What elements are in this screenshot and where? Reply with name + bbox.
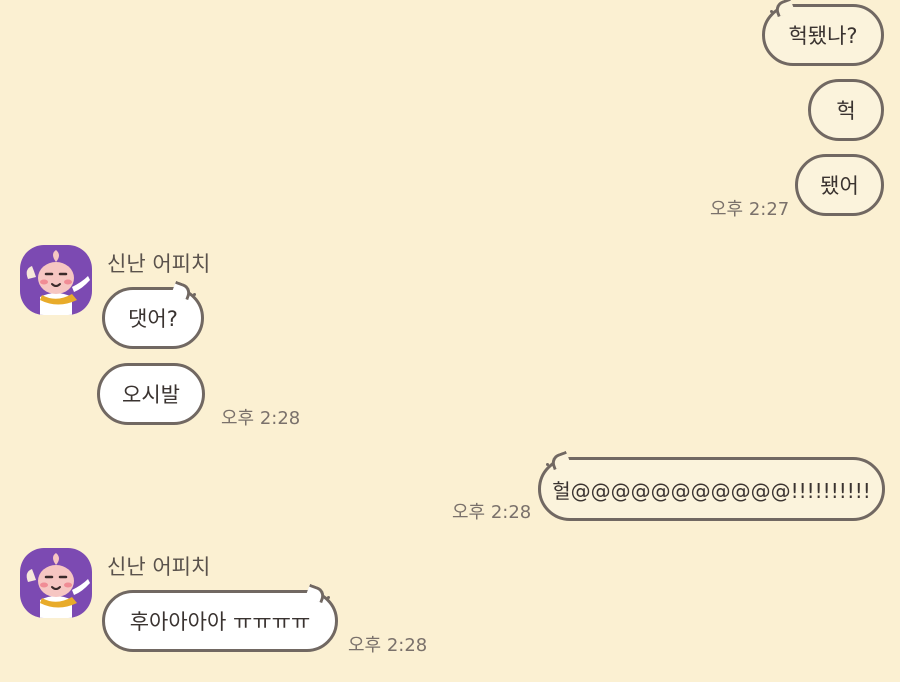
- message-text: 오시발: [122, 383, 180, 407]
- message-text: 됐어: [820, 174, 859, 198]
- message-text: 후아아아아 ㅠㅠㅠㅠ: [129, 610, 311, 634]
- chat-room: { "colors": { "background": "#fbf0d2", "…: [0, 0, 900, 682]
- bubble-tick: [546, 463, 549, 466]
- bubble-tail: [305, 583, 327, 604]
- bubble-tick: [327, 596, 330, 599]
- bubble-tail: [549, 450, 571, 471]
- my-message-bubble[interactable]: 헉: [808, 79, 884, 141]
- message-timestamp: 오후 2:28: [452, 502, 532, 523]
- their-message-bubble[interactable]: 오시발: [97, 363, 205, 425]
- their-message-bubble[interactable]: 후아아아아 ㅠㅠㅠㅠ: [102, 583, 338, 652]
- bubble-tail: [171, 280, 193, 301]
- sender-name: 신난 어피치: [107, 555, 211, 579]
- my-message-bubble[interactable]: 헉됐나?: [762, 0, 884, 66]
- message-timestamp: 오후 2:28: [348, 635, 428, 656]
- message-timestamp: 오후 2:28: [221, 408, 301, 429]
- my-message-bubble[interactable]: 됐어: [795, 154, 884, 216]
- message-text: 댓어?: [128, 307, 178, 331]
- my-message-bubble[interactable]: 헐@@@@@@@@@@@!!!!!!!!!!: [538, 450, 885, 521]
- message-text: 헉: [836, 99, 856, 123]
- profile-avatar[interactable]: [20, 548, 92, 618]
- profile-avatar[interactable]: [20, 245, 92, 315]
- their-message-bubble[interactable]: 댓어?: [102, 280, 204, 349]
- bubble-tick: [770, 10, 773, 13]
- bubble-tail: [773, 0, 795, 18]
- message-timestamp: 오후 2:27: [710, 199, 790, 220]
- sender-name: 신난 어피치: [107, 252, 211, 276]
- apeach-character-icon: [26, 553, 90, 618]
- apeach-character-icon: [26, 250, 90, 315]
- message-text: 헉됐나?: [788, 24, 858, 48]
- message-text: 헐@@@@@@@@@@@!!!!!!!!!!: [552, 478, 871, 503]
- bubble-tick: [193, 293, 196, 296]
